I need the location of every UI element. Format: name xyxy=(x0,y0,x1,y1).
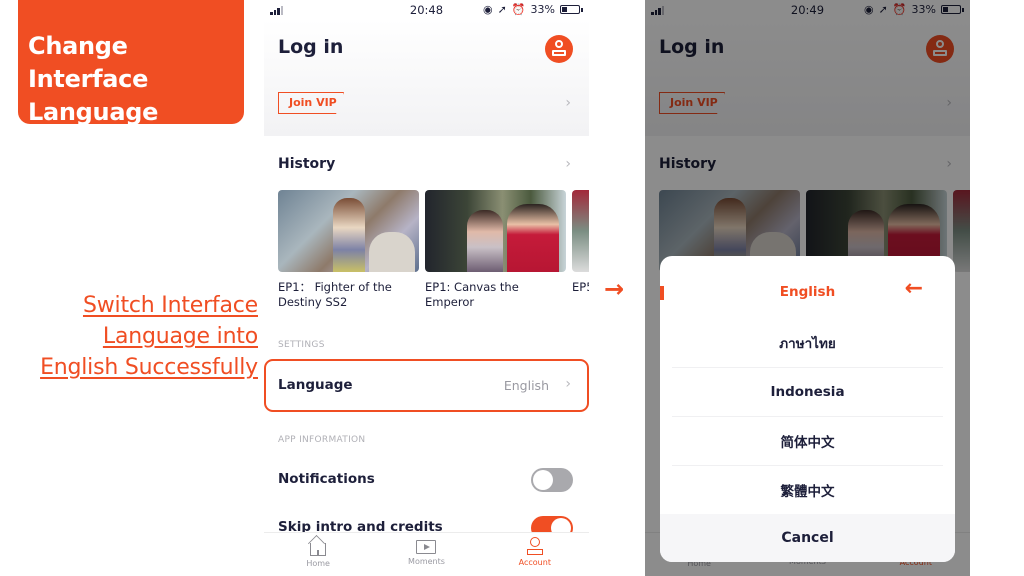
join-vip-button[interactable]: Join VIP xyxy=(278,92,344,114)
history-thumbnail[interactable] xyxy=(278,190,419,272)
caption-line: Switch Interface xyxy=(82,293,258,318)
alarm-icon: ⏰ xyxy=(511,3,526,16)
cancel-button[interactable]: Cancel xyxy=(660,514,955,562)
caption-line: English Successfully xyxy=(40,355,258,380)
avatar-button[interactable] xyxy=(545,35,573,63)
chevron-right-icon[interactable]: › xyxy=(565,95,571,111)
arrow-right-icon: → xyxy=(604,275,625,303)
settings-section-label: SETTINGS xyxy=(278,340,325,350)
home-icon xyxy=(310,543,327,556)
history-thumbnail[interactable] xyxy=(572,190,589,272)
chevron-right-icon[interactable]: › xyxy=(565,156,571,172)
arrow-left-icon: ← xyxy=(904,276,923,301)
tab-home[interactable]: Home xyxy=(264,533,372,576)
language-option-traditional-chinese[interactable]: 繁體中文 xyxy=(660,465,955,514)
tab-moments[interactable]: Moments xyxy=(372,533,480,576)
phone-screen-before: 20:48 ◉ ➚ ⏰ 33% Log in Join VIP › Histor… xyxy=(264,0,589,576)
user-icon xyxy=(555,40,563,48)
battery-percent: 33% xyxy=(530,3,555,16)
caption-line: Language into xyxy=(102,324,258,349)
language-option-simplified-chinese[interactable]: 简体中文 xyxy=(660,416,955,465)
login-title[interactable]: Log in xyxy=(278,36,343,58)
notifications-label: Notifications xyxy=(278,471,375,487)
tab-bar: Home Moments Account xyxy=(264,532,589,576)
caption: Switch Interface Language into English S… xyxy=(40,290,258,383)
location-icon: ➚ xyxy=(497,3,507,16)
title-line: Change Interface xyxy=(28,32,149,93)
language-picker-sheet: English ← ภาษาไทย Indonesia 简体中文 繁體中文 Ca… xyxy=(660,256,955,562)
history-item-label[interactable]: EP1： Fighter of the Destiny SS2 xyxy=(278,280,419,310)
phone-screen-after: 20:49 ◉ ➚ ⏰ 33% Log in Join VIP › Histor… xyxy=(645,0,970,576)
orientation-lock-icon: ◉ xyxy=(483,3,493,16)
language-option-indonesia[interactable]: Indonesia xyxy=(660,367,955,416)
notifications-toggle[interactable] xyxy=(531,468,573,492)
title-card: Change Interface Language xyxy=(18,0,244,126)
history-thumbnail[interactable] xyxy=(425,190,566,272)
status-bar: 20:48 ◉ ➚ ⏰ 33% xyxy=(264,0,589,20)
play-icon xyxy=(416,540,437,554)
tab-label: Home xyxy=(306,559,330,568)
chevron-right-icon[interactable]: › xyxy=(565,376,571,392)
tab-label: Account xyxy=(518,558,551,567)
history-item-label[interactable]: EP5 The xyxy=(572,280,589,310)
history-list xyxy=(278,190,589,272)
language-value[interactable]: English xyxy=(504,378,549,393)
history-item-label[interactable]: EP1: Canvas the Emperor xyxy=(425,280,566,310)
history-title: History xyxy=(278,156,336,172)
account-icon xyxy=(526,537,544,555)
battery-icon xyxy=(560,5,580,14)
language-option-thai[interactable]: ภาษาไทย xyxy=(660,318,955,367)
tab-account[interactable]: Account xyxy=(481,533,589,576)
app-info-section-label: APP INFORMATION xyxy=(278,435,366,445)
language-label[interactable]: Language xyxy=(278,377,353,393)
title-line: Language xyxy=(28,98,159,126)
tab-label: Moments xyxy=(408,557,445,566)
